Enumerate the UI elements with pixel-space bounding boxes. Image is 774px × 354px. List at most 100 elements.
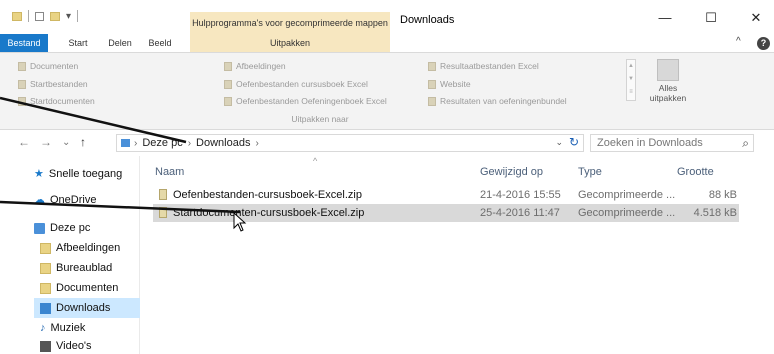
- folder-icon: [428, 80, 436, 89]
- pictures-folder-icon: [40, 242, 51, 254]
- refresh-icon[interactable]: ↻: [569, 135, 579, 149]
- address-bar[interactable]: › Deze pc › Downloads › ⌄ ↻: [116, 134, 584, 152]
- sidebar-item-desktop[interactable]: Bureaublad: [40, 258, 112, 278]
- tab-share[interactable]: Delen: [102, 34, 138, 52]
- maximize-button[interactable]: ☐: [696, 8, 726, 28]
- chevron-right-icon[interactable]: ›: [188, 138, 191, 149]
- file-type: Gecomprimeerde ...: [578, 189, 676, 201]
- destination-label: Resultaten van oefeningenbundel: [440, 96, 567, 106]
- chevron-right-icon[interactable]: ›: [134, 138, 137, 149]
- destination-item[interactable]: Documenten: [18, 60, 78, 73]
- destination-item[interactable]: Oefenbestanden cursusboek Excel: [224, 78, 368, 91]
- collapse-ribbon-icon[interactable]: ^: [736, 36, 741, 47]
- video-icon: [40, 340, 51, 352]
- gallery-scrollbar[interactable]: ▲ ▼ ≡: [626, 59, 636, 101]
- folder-icon: [224, 62, 232, 71]
- music-icon: ♪: [40, 321, 46, 334]
- folder-icon: [428, 97, 436, 106]
- documents-folder-icon: [40, 282, 51, 294]
- breadcrumb-this-pc[interactable]: Deze pc: [142, 137, 182, 149]
- tab-file[interactable]: Bestand: [0, 34, 48, 52]
- folder-icon: [224, 97, 232, 106]
- destination-label: Startdocumenten: [30, 96, 95, 106]
- destination-item[interactable]: Startdocumenten: [18, 95, 95, 108]
- new-folder-icon[interactable]: [50, 11, 60, 21]
- properties-icon[interactable]: [35, 11, 44, 21]
- destination-label: Resultaatbestanden Excel: [440, 61, 539, 71]
- folder-icon: [428, 62, 436, 71]
- sort-indicator-icon: ^: [313, 156, 318, 166]
- customize-toolbar-icon[interactable]: ▾: [66, 11, 71, 22]
- window-title: Downloads: [400, 14, 455, 26]
- search-icon[interactable]: ⌕: [742, 135, 749, 151]
- forward-button[interactable]: →: [40, 135, 52, 149]
- tab-extract[interactable]: Uitpakken: [190, 34, 390, 52]
- title-bar: ▾ Hulpprogramma's voor gecomprimeerde ma…: [0, 0, 774, 34]
- cloud-icon: ☁: [34, 193, 45, 206]
- pc-icon: [34, 222, 45, 234]
- column-header-modified[interactable]: Gewijzigd op: [480, 166, 543, 178]
- sidebar-item-label: Snelle toegang: [48, 168, 123, 180]
- destination-label: Oefenbestanden cursusboek Excel: [236, 79, 368, 89]
- sidebar-item-label: Documenten: [56, 282, 119, 294]
- navigation-pane: ★ Snelle toegang ☁ OneDrive Deze pc Afbeel…: [0, 156, 140, 354]
- file-modified: 25-4-2016 11:47: [480, 207, 560, 219]
- folder-icon[interactable]: [12, 11, 22, 21]
- address-dropdown-icon[interactable]: ⌄: [555, 137, 563, 148]
- file-name: Oefenbestanden-cursusboek-Excel.zip: [173, 189, 362, 201]
- recent-locations-button[interactable]: ⌄: [62, 137, 70, 148]
- close-button[interactable]: ✕: [741, 8, 771, 28]
- sidebar-item-pictures[interactable]: Afbeeldingen: [40, 238, 120, 258]
- extract-all-icon: [657, 59, 679, 81]
- destination-item[interactable]: Website: [428, 78, 471, 91]
- column-header-size[interactable]: Grootte: [677, 166, 714, 178]
- breadcrumb-downloads[interactable]: Downloads: [196, 137, 250, 149]
- sidebar-item-downloads[interactable]: Downloads: [34, 298, 140, 318]
- sidebar-item-quick-access[interactable]: ★ Snelle toegang: [34, 164, 122, 184]
- ribbon-group-label: Uitpakken naar: [291, 114, 349, 124]
- file-list: ^ Naam Gewijzigd op Type Grootte Oefenbe…: [141, 156, 774, 354]
- sidebar-item-label: OneDrive: [50, 194, 97, 206]
- destination-item[interactable]: Resultaten van oefeningenbundel: [428, 95, 567, 108]
- sidebar-item-documents[interactable]: Documenten: [40, 278, 118, 298]
- destination-label: Oefenbestanden Oefeningenboek Excel: [236, 96, 387, 106]
- search-input[interactable]: Zoeken in Downloads ⌕: [590, 134, 754, 152]
- chevron-right-icon[interactable]: ›: [255, 138, 258, 149]
- minimize-button[interactable]: —: [650, 8, 680, 28]
- desktop-folder-icon: [40, 262, 51, 274]
- up-button[interactable]: ↑: [80, 135, 86, 149]
- zip-file-icon: [159, 207, 167, 218]
- sidebar-item-onedrive[interactable]: ☁ OneDrive: [34, 190, 96, 210]
- folder-icon: [18, 62, 26, 71]
- ribbon: Documenten Startbestanden Startdocumente…: [0, 52, 774, 130]
- table-row[interactable]: Oefenbestanden-cursusboek-Excel.zip 21-4…: [153, 186, 739, 204]
- column-header-name[interactable]: Naam: [155, 166, 184, 178]
- file-size: 88 kB: [708, 189, 737, 201]
- folder-icon: [18, 80, 26, 89]
- destination-item[interactable]: Afbeeldingen: [224, 60, 286, 73]
- destination-item[interactable]: Oefenbestanden Oefeningenboek Excel: [224, 95, 387, 108]
- sidebar-item-label: Afbeeldingen: [56, 242, 121, 254]
- file-type: Gecomprimeerde ...: [578, 207, 676, 219]
- file-size: 4.518 kB: [693, 207, 737, 219]
- extract-all-button[interactable]: Alles uitpakken: [646, 57, 690, 113]
- destination-item[interactable]: Startbestanden: [18, 78, 88, 91]
- folder-icon: [224, 80, 232, 89]
- destination-label: Website: [440, 79, 471, 89]
- tab-home[interactable]: Start: [58, 34, 98, 52]
- tab-view[interactable]: Beeld: [142, 34, 178, 52]
- contextual-group-title: Hulpprogramma's voor gecomprimeerde mapp…: [190, 12, 390, 34]
- destination-item[interactable]: Resultaatbestanden Excel: [428, 60, 539, 73]
- destination-label: Startbestanden: [30, 79, 88, 89]
- address-row: ← → ⌄ ↑ › Deze pc › Downloads › ⌄ ↻ Zoek…: [0, 130, 774, 156]
- sidebar-item-this-pc[interactable]: Deze pc: [34, 218, 90, 238]
- sidebar-item-videos[interactable]: Video's: [40, 336, 92, 354]
- help-icon[interactable]: ?: [757, 37, 770, 50]
- toolbar-divider: [28, 10, 29, 22]
- back-button[interactable]: ←: [18, 135, 30, 149]
- sidebar-item-music[interactable]: ♪ Muziek: [40, 318, 85, 338]
- sidebar-item-label: Bureaublad: [56, 262, 113, 274]
- destination-label: Afbeeldingen: [236, 61, 286, 71]
- sidebar-item-label: Deze pc: [50, 222, 91, 234]
- column-header-type[interactable]: Type: [578, 166, 602, 178]
